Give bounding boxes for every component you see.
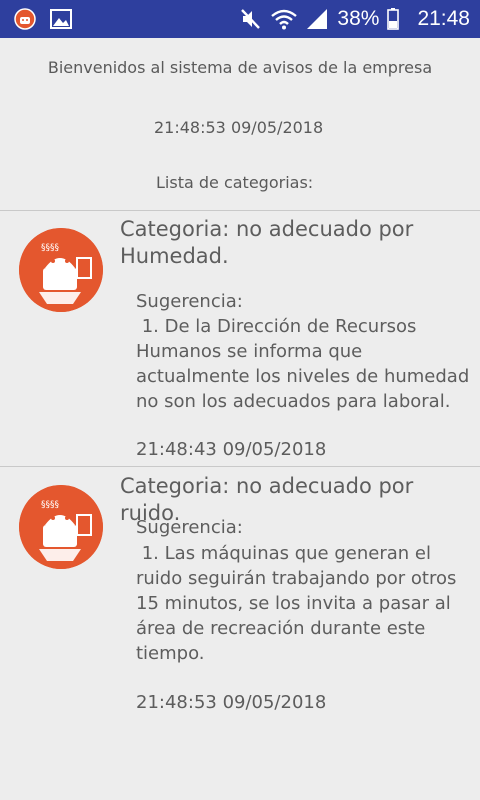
svg-text:§§§§: §§§§ <box>41 500 60 510</box>
battery-percentage: 38% <box>337 7 380 30</box>
android-app-icon: §§§§ <box>19 228 103 312</box>
divider <box>0 466 480 467</box>
notice-label: Sugerencia: <box>136 517 243 538</box>
svg-text:§§§§: §§§§ <box>41 243 60 253</box>
notice-timestamp: 21:48:53 09/05/2018 <box>136 692 327 713</box>
wifi-icon <box>271 8 298 30</box>
app-notification-icon <box>14 8 36 30</box>
image-icon <box>50 9 72 29</box>
mute-icon <box>239 8 263 30</box>
signal-icon <box>305 8 329 30</box>
divider <box>0 210 480 211</box>
current-timestamp: 21:48:53 09/05/2018 <box>154 118 324 137</box>
notice-category: Categoria: no adecuado por Humedad. <box>120 217 414 268</box>
welcome-message: Bienvenidos al sistema de avisos de la e… <box>47 58 433 77</box>
status-bar: 38% 21:48 <box>0 0 480 38</box>
list-title: Lista de categorias: <box>156 173 314 192</box>
battery-icon <box>387 8 400 30</box>
notice-label: Sugerencia: <box>136 291 243 312</box>
notice-timestamp: 21:48:43 09/05/2018 <box>136 439 327 460</box>
android-app-icon: §§§§ <box>19 485 103 569</box>
status-time: 21:48 <box>417 7 470 30</box>
notice-body: 1. De la Dirección de Recursos Humanos s… <box>136 316 475 412</box>
notice-body: 1. Las máquinas que generan el ruido seg… <box>136 543 463 664</box>
